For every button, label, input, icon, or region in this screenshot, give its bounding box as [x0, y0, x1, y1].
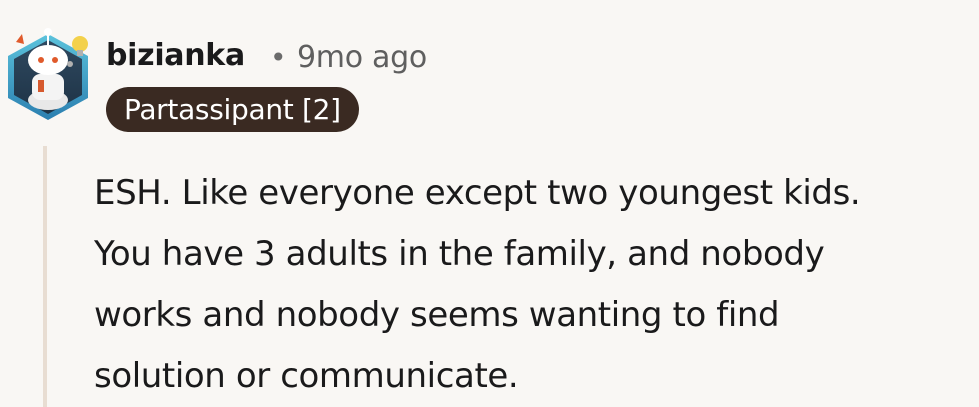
comment-body: ESH. Like everyone except two youngest k… [94, 163, 964, 407]
timestamp-link[interactable]: 9mo ago [297, 38, 427, 78]
user-avatar[interactable] [2, 14, 94, 120]
user-flair-badge: Partassipant [2] [106, 87, 359, 132]
comment-line: works and nobody seems wanting to find [94, 295, 780, 335]
thread-line[interactable] [43, 146, 47, 407]
reddit-snoo-avatar-icon [8, 28, 88, 120]
comment: bizianka • 9mo ago Partassipant [2] ESH.… [0, 0, 979, 407]
comment-line: You have 3 adults in the family, and nob… [94, 234, 825, 274]
meta-separator: • [270, 41, 287, 74]
comment-line: ESH. Like everyone except two youngest k… [94, 173, 861, 213]
comment-line: solution or communicate. [94, 356, 519, 396]
username-link[interactable]: bizianka [106, 36, 245, 76]
